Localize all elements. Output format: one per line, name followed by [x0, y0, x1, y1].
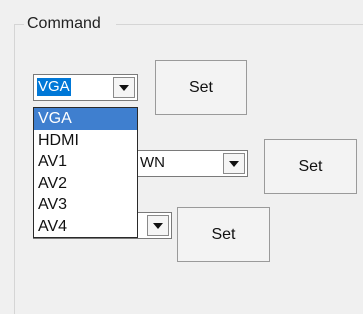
source-combo-2-dropdown-button[interactable] [223, 153, 245, 174]
group-border-top-right [116, 24, 363, 25]
chevron-down-icon [119, 85, 129, 91]
group-title: Command [24, 14, 104, 34]
source-combo-1-dropdown-button[interactable] [113, 77, 135, 98]
group-border-left [14, 24, 15, 314]
set-button-2[interactable]: Set [264, 139, 357, 194]
chevron-down-icon [229, 161, 239, 167]
chevron-down-icon [153, 223, 163, 229]
dropdown-option-vga[interactable]: VGA [34, 108, 137, 130]
source-combo-3-dropdown-button[interactable] [147, 215, 169, 236]
source-dropdown-list: VGA HDMI AV1 AV2 AV3 AV4 [33, 107, 138, 238]
source-combo-1-value: VGA [37, 78, 71, 96]
dropdown-option-av4[interactable]: AV4 [34, 216, 137, 238]
source-combo-1[interactable]: VGA [33, 74, 138, 101]
dropdown-option-av3[interactable]: AV3 [34, 194, 137, 216]
dropdown-option-av1[interactable]: AV1 [34, 151, 137, 173]
set-button-3[interactable]: Set [177, 207, 270, 262]
dropdown-option-hdmi[interactable]: HDMI [34, 130, 137, 152]
source-combo-2-value: WN [140, 154, 165, 171]
dropdown-option-av2[interactable]: AV2 [34, 173, 137, 195]
set-button-1[interactable]: Set [155, 60, 247, 115]
